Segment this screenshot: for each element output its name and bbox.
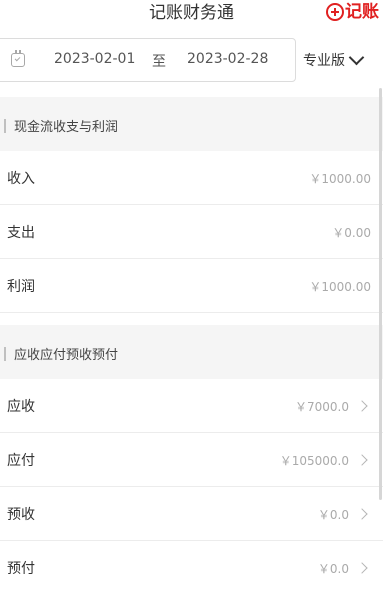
row-amount: ￥0.00 <box>332 226 371 240</box>
chevron-down-icon <box>348 49 365 65</box>
top-bar: 记账财务通 记账 <box>0 0 383 36</box>
row-receivable[interactable]: 应收 ￥7000.0 <box>0 379 383 433</box>
row-income: 收入 ￥1000.00 <box>0 151 383 205</box>
section-title: 应收应付预收预付 <box>14 348 119 363</box>
section-header-receivables: 应收应付预收预付 <box>0 325 383 379</box>
row-label: 利润 <box>7 279 35 295</box>
section-marker <box>4 119 6 133</box>
add-entry-label: 记账 <box>345 2 379 22</box>
date-range-picker[interactable]: 2023-02-01 至 2023-02-28 <box>0 38 296 82</box>
end-date[interactable]: 2023-02-28 <box>187 51 268 67</box>
row-amount: ￥0.0 <box>317 562 349 576</box>
chevron-right-icon <box>356 508 368 520</box>
row-amount: ￥1000.00 <box>309 280 371 294</box>
version-dropdown[interactable]: 专业版 <box>303 49 365 70</box>
chevron-right-icon <box>356 562 368 574</box>
row-label: 应收 <box>7 399 35 415</box>
row-amount: ￥1000.00 <box>309 172 371 186</box>
version-selected-label: 专业版 <box>303 53 345 69</box>
scrollbar[interactable] <box>379 88 382 500</box>
section-title: 现金流收支与利润 <box>14 120 119 135</box>
add-entry-button[interactable]: 记账 <box>326 1 379 23</box>
row-advance-received[interactable]: 预收 ￥0.0 <box>0 487 383 541</box>
section-marker <box>4 347 6 361</box>
row-amount: ￥105000.0 <box>279 454 349 468</box>
row-label: 支出 <box>7 225 35 241</box>
row-label: 预收 <box>7 507 35 523</box>
date-separator: 至 <box>152 54 166 70</box>
calendar-icon <box>11 50 25 67</box>
plus-circle-icon <box>326 3 344 21</box>
row-prepaid[interactable]: 预付 ￥0.0 <box>0 541 383 589</box>
start-date[interactable]: 2023-02-01 <box>54 51 135 67</box>
row-expense: 支出 ￥0.00 <box>0 205 383 259</box>
row-label: 应付 <box>7 453 35 469</box>
row-amount: ￥0.0 <box>317 508 349 522</box>
chevron-right-icon <box>356 400 368 412</box>
section-header-cashflow: 现金流收支与利润 <box>0 97 383 151</box>
row-payable[interactable]: 应付 ￥105000.0 <box>0 433 383 487</box>
row-profit: 利润 ￥1000.00 <box>0 259 383 313</box>
row-label: 收入 <box>7 171 35 187</box>
row-label: 预付 <box>7 561 35 577</box>
row-amount: ￥7000.0 <box>295 400 349 414</box>
chevron-right-icon <box>356 454 368 466</box>
date-filter-bar: 2023-02-01 至 2023-02-28 专业版 <box>0 36 383 84</box>
